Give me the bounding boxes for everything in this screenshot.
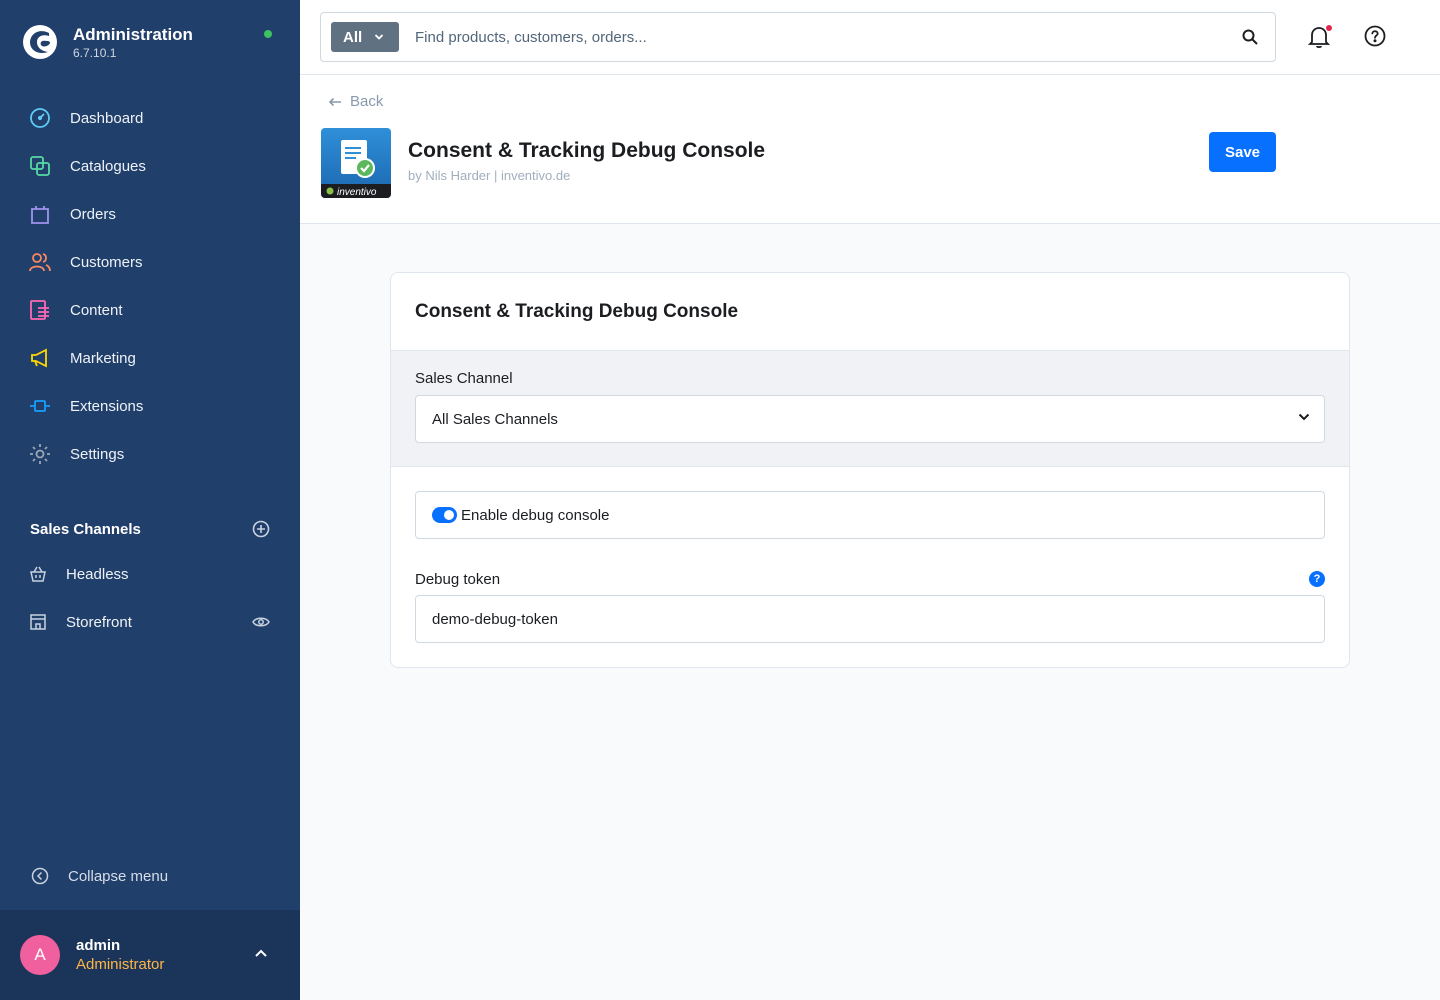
notification-badge bbox=[1326, 25, 1332, 31]
sidebar: Administration 6.7.10.1 Dashboard Catalo… bbox=[0, 0, 300, 1000]
user-name: admin bbox=[76, 937, 121, 954]
sales-channel-section: Sales Channel All Sales Channels bbox=[391, 350, 1349, 467]
card-title: Consent & Tracking Debug Console bbox=[415, 301, 739, 322]
plugin-logo: inventivo bbox=[321, 128, 391, 198]
page-header: Back inventivo Consent & Tracking Debug … bbox=[300, 75, 1440, 224]
user-role: Administrator bbox=[76, 956, 165, 973]
chevron-left-circle-icon bbox=[30, 866, 50, 886]
sales-channel-value: All Sales Channels bbox=[432, 410, 558, 428]
search-input[interactable] bbox=[415, 28, 1275, 46]
catalogues-icon bbox=[28, 154, 52, 178]
eye-icon[interactable] bbox=[252, 614, 270, 630]
nav-item-orders[interactable]: Orders bbox=[0, 190, 300, 238]
config-card: Consent & Tracking Debug Console Sales C… bbox=[390, 272, 1350, 668]
chevron-up-icon[interactable] bbox=[254, 948, 268, 958]
debug-token-input[interactable] bbox=[415, 595, 1325, 643]
chevron-down-icon bbox=[375, 34, 384, 40]
plugin-author: by Nils Harder | inventivo.de bbox=[408, 168, 571, 183]
global-search: All bbox=[320, 12, 1276, 62]
debug-console-toggle[interactable] bbox=[432, 507, 457, 523]
nav-label-settings: Settings bbox=[70, 445, 125, 463]
nav-item-customers[interactable]: Customers bbox=[0, 238, 300, 286]
search-type-dropdown[interactable]: All bbox=[331, 22, 399, 52]
nav-label-catalogues: Catalogues bbox=[70, 157, 146, 175]
online-status-dot bbox=[264, 30, 272, 38]
collapse-menu-label: Collapse menu bbox=[68, 867, 169, 885]
help-tooltip-icon[interactable]: ? bbox=[1309, 571, 1325, 587]
sales-channel-label: Sales Channel bbox=[415, 370, 513, 387]
chevron-down-icon bbox=[1298, 413, 1310, 421]
customers-icon bbox=[28, 250, 52, 274]
marketing-icon bbox=[28, 346, 52, 370]
storefront-icon bbox=[28, 610, 48, 634]
content-icon bbox=[28, 298, 52, 322]
sales-channel-select[interactable]: All Sales Channels bbox=[415, 395, 1325, 443]
avatar: A bbox=[20, 935, 60, 975]
nav-label-customers: Customers bbox=[70, 253, 143, 271]
user-menu[interactable]: A admin Administrator bbox=[0, 910, 300, 1000]
nav-item-marketing[interactable]: Marketing bbox=[0, 334, 300, 382]
search-icon[interactable] bbox=[1241, 28, 1259, 46]
add-sales-channel-icon[interactable] bbox=[252, 520, 270, 538]
nav-item-catalogues[interactable]: Catalogues bbox=[0, 142, 300, 190]
main-nav: Dashboard Catalogues Orders Customers Co… bbox=[0, 94, 300, 478]
sales-channel-label-headless: Headless bbox=[66, 565, 129, 583]
plugin-logo-wordmark: inventivo bbox=[337, 187, 377, 198]
nav-label-content: Content bbox=[70, 301, 123, 319]
nav-item-settings[interactable]: Settings bbox=[0, 430, 300, 478]
nav-label-dashboard: Dashboard bbox=[70, 109, 144, 127]
orders-icon bbox=[28, 202, 52, 226]
collapse-menu-button[interactable]: Collapse menu bbox=[30, 866, 168, 886]
help-icon[interactable] bbox=[1364, 25, 1386, 47]
extensions-icon bbox=[28, 394, 52, 418]
back-label: Back bbox=[350, 93, 384, 110]
nav-item-dashboard[interactable]: Dashboard bbox=[0, 94, 300, 142]
basket-icon bbox=[28, 562, 48, 586]
debug-token-label: Debug token bbox=[415, 571, 501, 588]
sales-channels-title: Sales Channels bbox=[30, 520, 141, 538]
sales-channel-headless[interactable]: Headless bbox=[0, 550, 300, 598]
debug-console-toggle-row: Enable debug console bbox=[415, 491, 1325, 539]
nav-label-orders: Orders bbox=[70, 205, 116, 223]
shopware-logo-icon bbox=[23, 25, 57, 59]
back-link[interactable]: Back bbox=[328, 93, 383, 110]
dashboard-icon bbox=[28, 106, 52, 130]
settings-icon bbox=[28, 442, 52, 466]
debug-console-toggle-label: Enable debug console bbox=[461, 506, 610, 524]
nav-label-extensions: Extensions bbox=[70, 397, 144, 415]
arrow-left-icon bbox=[328, 97, 341, 106]
nav-item-extensions[interactable]: Extensions bbox=[0, 382, 300, 430]
sales-channels-heading: Sales Channels bbox=[30, 520, 270, 538]
page-title: Consent & Tracking Debug Console bbox=[408, 139, 766, 162]
search-type-label: All bbox=[343, 28, 363, 46]
nav-label-marketing: Marketing bbox=[70, 349, 136, 367]
brand-version: 6.7.10.1 bbox=[73, 46, 117, 60]
sales-channel-storefront[interactable]: Storefront bbox=[0, 598, 300, 646]
sales-channel-label-storefront: Storefront bbox=[66, 613, 132, 631]
sales-channel-list: Headless Storefront bbox=[0, 550, 300, 646]
brand[interactable]: Administration 6.7.10.1 bbox=[22, 24, 193, 60]
brand-title: Administration bbox=[73, 25, 193, 44]
topbar: All bbox=[300, 0, 1440, 75]
nav-item-content[interactable]: Content bbox=[0, 286, 300, 334]
save-button[interactable]: Save bbox=[1209, 132, 1276, 172]
